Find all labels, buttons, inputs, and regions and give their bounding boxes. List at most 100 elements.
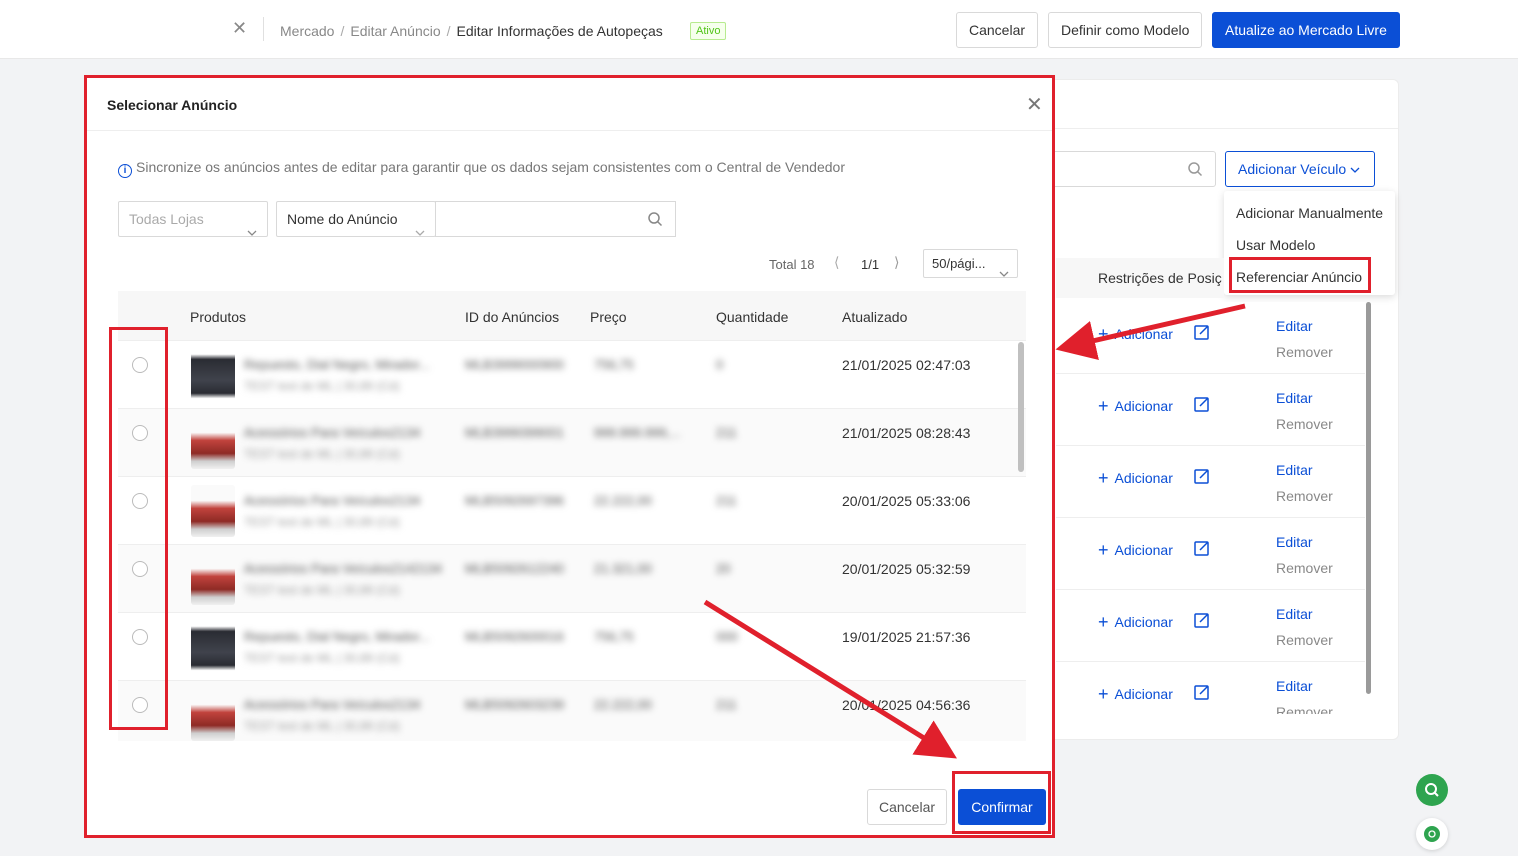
edit-icon[interactable]: [1194, 684, 1210, 703]
set-template-button[interactable]: Definir como Modelo: [1048, 12, 1203, 48]
price: 22.222,00: [594, 697, 652, 712]
updated-date: 21/01/2025 08:28:43: [842, 425, 971, 441]
remove-link[interactable]: Remover: [1276, 344, 1333, 360]
table-row[interactable]: Acessórios Para Veículos2134 TEST test d…: [118, 681, 1026, 741]
remove-link[interactable]: Remover: [1276, 488, 1333, 504]
table-row[interactable]: Repuesto, Dial Negro, Mirador... TEST te…: [118, 613, 1026, 681]
edit-link[interactable]: Editar: [1276, 606, 1313, 622]
row-radio[interactable]: [132, 493, 148, 509]
plus-icon: +: [1098, 684, 1109, 704]
chevron-left-icon[interactable]: ⟨: [834, 254, 839, 271]
listing-id: MLB5092603239: [465, 697, 565, 712]
page-size-select[interactable]: 50/pági...: [923, 249, 1018, 278]
add-link[interactable]: + Adicionar: [1098, 323, 1173, 344]
close-icon[interactable]: ✕: [1026, 95, 1043, 115]
edit-link[interactable]: Editar: [1276, 318, 1313, 334]
select-listing-modal: Selecionar Anúncio ✕ i Sincronize os anún…: [86, 77, 1053, 836]
whatsapp-fab[interactable]: [1416, 818, 1448, 850]
add-link[interactable]: + Adicionar: [1098, 611, 1173, 632]
column-header-quantity: Quantidade: [716, 309, 789, 325]
add-link[interactable]: + Adicionar: [1098, 539, 1173, 560]
edit-link[interactable]: Editar: [1276, 534, 1313, 550]
cancel-button[interactable]: Cancelar: [956, 12, 1039, 48]
product-thumbnail: [191, 349, 235, 401]
plus-icon: +: [1098, 468, 1109, 488]
edit-icon[interactable]: [1194, 540, 1210, 559]
table-row[interactable]: Repuesto, Dial Negro, Mirador... TEST te…: [118, 341, 1026, 409]
updated-date: 19/01/2025 21:57:36: [842, 629, 971, 645]
update-mercado-livre-button[interactable]: Atualize ao Mercado Livre: [1212, 12, 1400, 48]
add-link[interactable]: + Adicionar: [1098, 467, 1173, 488]
updated-date: 20/01/2025 05:32:59: [842, 561, 971, 577]
breadcrumb-item-edit-listing[interactable]: Editar Anúncio: [350, 23, 440, 39]
product-thumbnail: [191, 553, 235, 605]
quantity: 0: [716, 357, 724, 372]
pager-page: 1/1: [861, 257, 880, 272]
modal-cancel-button[interactable]: Cancelar: [867, 789, 947, 825]
search-fab[interactable]: [1416, 774, 1448, 806]
row-radio[interactable]: [132, 629, 148, 645]
edit-icon[interactable]: [1194, 324, 1210, 343]
listings-table: Produtos ID do Anúncios Preço Quantidade…: [118, 291, 1026, 741]
edit-icon[interactable]: [1194, 468, 1210, 487]
background-column-header: Restrições de Posiç: [1056, 258, 1224, 298]
menu-item-add-manually[interactable]: Adicionar Manualmente: [1224, 197, 1395, 229]
add-vehicle-dropdown[interactable]: Adicionar Veículo: [1225, 151, 1375, 187]
table-scrollbar[interactable]: [1018, 342, 1024, 472]
background-row: + Adicionar Editar Remover: [1056, 590, 1365, 662]
price: 756,75: [594, 629, 634, 644]
listing-id: MLB5092612240: [465, 561, 565, 576]
product-sub: TEST test de ML | 30,89 (Cd): [244, 447, 400, 461]
product-sub: TEST test de ML | 30,89 (Cd): [244, 651, 400, 665]
table-row[interactable]: Acessórios Para Veículos2142134 TEST tes…: [118, 545, 1026, 613]
search-icon[interactable]: [647, 211, 663, 230]
column-header-listing-id: ID do Anúncios: [465, 309, 560, 325]
edit-link[interactable]: Editar: [1276, 390, 1313, 406]
product-name: Acessórios Para Veículos2134: [244, 493, 421, 508]
info-icon: i: [118, 164, 132, 178]
remove-link[interactable]: Remover: [1276, 632, 1333, 648]
modal-header: Selecionar Anúncio ✕: [86, 77, 1053, 131]
remove-link[interactable]: Remover: [1276, 416, 1333, 432]
background-scrollbar[interactable]: [1366, 302, 1371, 694]
search-icon: [1425, 783, 1439, 797]
row-radio[interactable]: [132, 561, 148, 577]
quantity: 000: [716, 629, 738, 644]
store-select[interactable]: Todas Lojas: [118, 201, 268, 237]
product-sub: TEST test de ML | 30,89 (Cd): [244, 515, 400, 529]
breadcrumb-item-current: Editar Informações de Autopeças: [456, 23, 663, 39]
chevron-right-icon[interactable]: ⟩: [894, 254, 899, 271]
row-radio[interactable]: [132, 425, 148, 441]
pager-total: Total 18: [769, 257, 815, 272]
edit-icon[interactable]: [1194, 612, 1210, 631]
status-badge: Ativo: [690, 22, 727, 40]
edit-link[interactable]: Editar: [1276, 462, 1313, 478]
listing-search-input[interactable]: [435, 201, 676, 237]
add-link[interactable]: + Adicionar: [1098, 683, 1173, 704]
background-search-input[interactable]: [1040, 151, 1216, 187]
remove-link[interactable]: Remover: [1276, 704, 1333, 714]
column-header-products: Produtos: [190, 309, 247, 325]
column-header-updated: Atualizado: [842, 309, 908, 325]
product-thumbnail: [191, 485, 235, 537]
table-header: Produtos ID do Anúncios Preço Quantidade…: [118, 291, 1026, 341]
edit-icon[interactable]: [1194, 396, 1210, 415]
plus-icon: +: [1098, 396, 1109, 416]
modal-title: Selecionar Anúncio: [107, 97, 238, 113]
add-link[interactable]: + Adicionar: [1098, 395, 1173, 416]
row-radio[interactable]: [132, 697, 148, 713]
breadcrumb-item-market[interactable]: Mercado: [280, 23, 334, 39]
info-message: i Sincronize os anúncios antes de editar …: [118, 159, 845, 178]
price: 756,75: [594, 357, 634, 372]
table-row[interactable]: Acessórios Para Veículos2134 TEST test d…: [118, 409, 1026, 477]
chevron-down-icon: [247, 215, 257, 249]
table-row[interactable]: Acessórios Para Veículos2134 TEST test d…: [118, 477, 1026, 545]
close-icon[interactable]: ✕: [232, 18, 247, 39]
edit-link[interactable]: Editar: [1276, 678, 1313, 694]
breadcrumb: Mercado / Editar Anúncio / Editar Informaçõe…: [280, 23, 663, 39]
search-field-select[interactable]: Nome do Anúncio: [276, 201, 436, 237]
confirm-button[interactable]: Confirmar: [958, 789, 1046, 825]
chevron-down-icon: [1350, 161, 1360, 177]
remove-link[interactable]: Remover: [1276, 560, 1333, 576]
row-radio[interactable]: [132, 357, 148, 373]
